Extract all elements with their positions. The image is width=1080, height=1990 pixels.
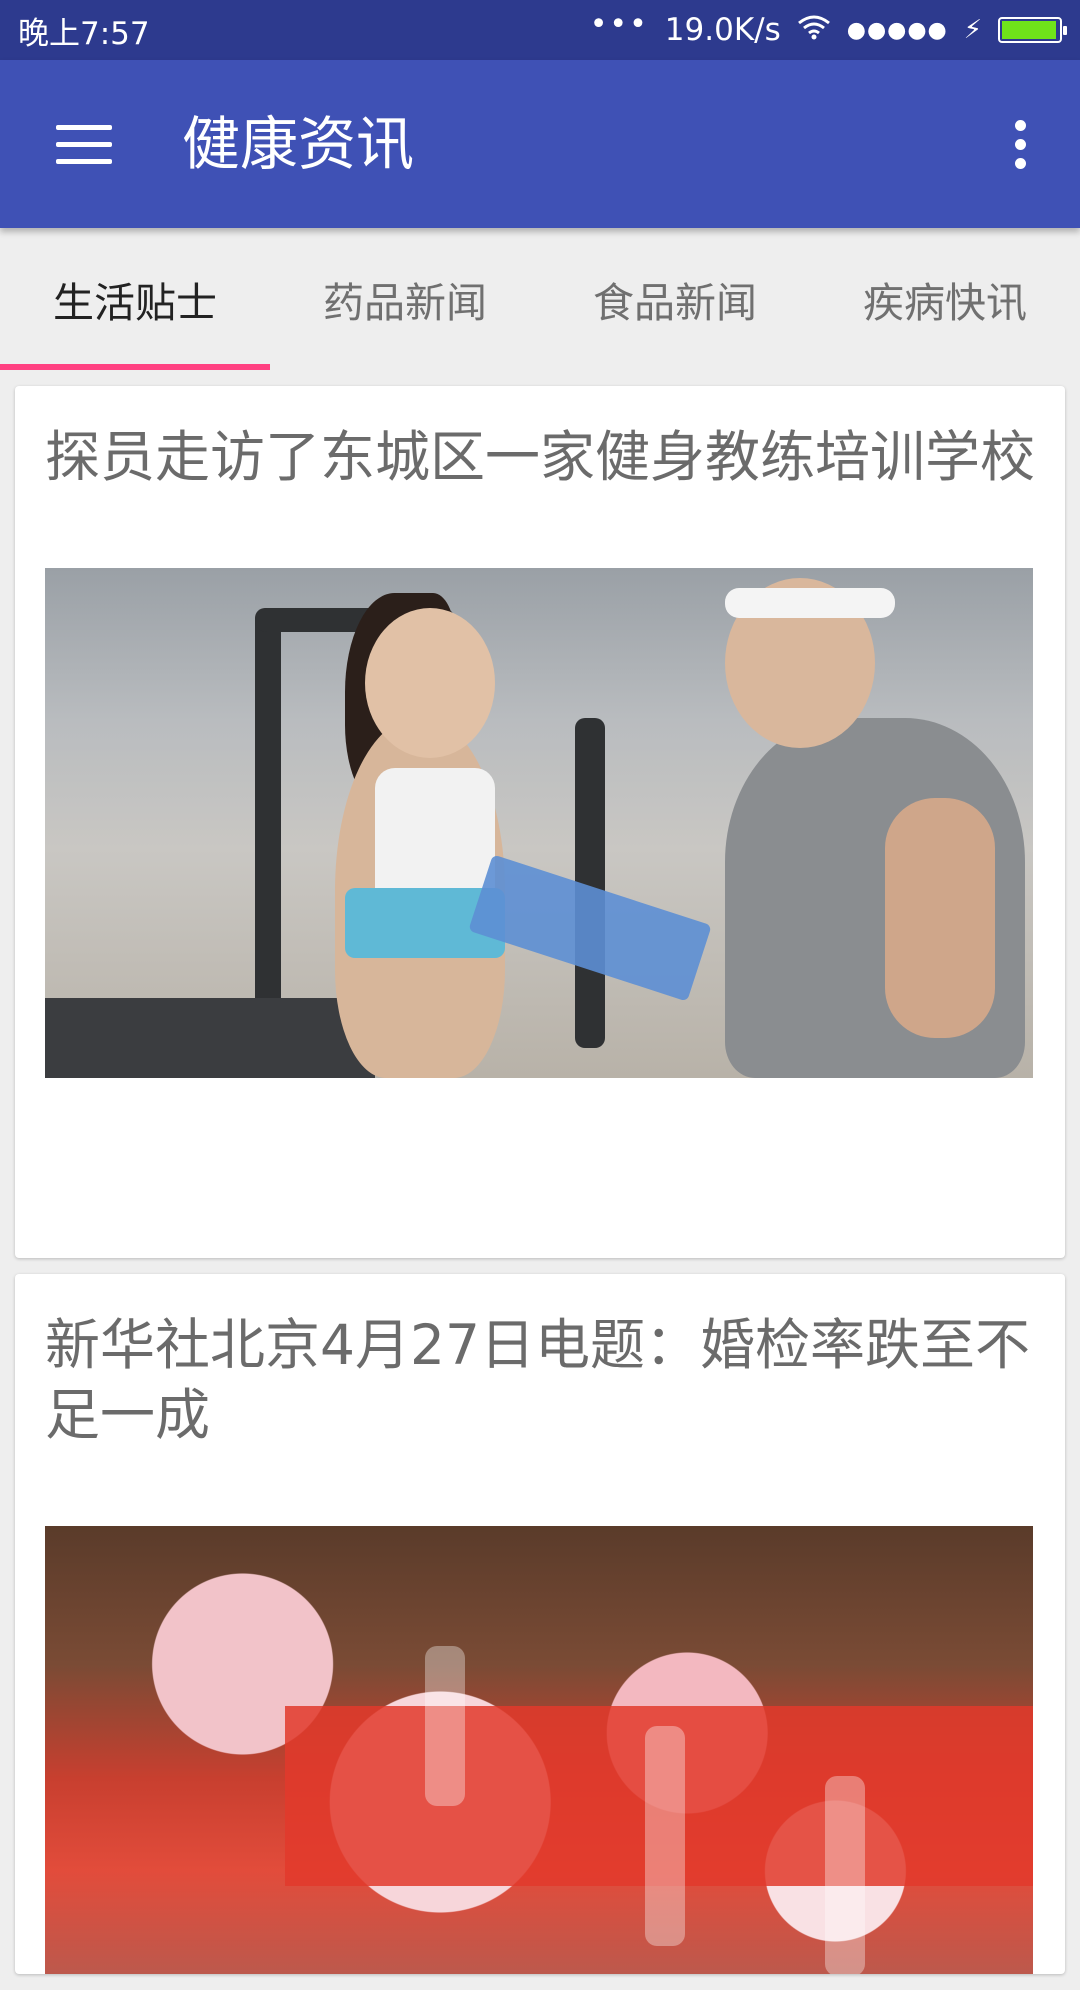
network-speed: 19.0K/s: [664, 12, 781, 48]
tab-disease-news[interactable]: 疾病快讯: [810, 228, 1080, 370]
more-vert-icon[interactable]: [986, 104, 1054, 184]
article-list: 探员走访了东城区一家健身教练培训学校 新华社北京4月27日电题：婚检率跌至不足一…: [15, 386, 1065, 1990]
battery-icon: [998, 17, 1067, 43]
article-image: [45, 568, 1033, 1078]
tab-drug-news[interactable]: 药品新闻: [270, 228, 540, 370]
app-title: 健康资讯: [182, 110, 415, 178]
status-time: 晚上7:57: [18, 15, 150, 52]
battery-level: [1002, 21, 1056, 39]
tab-label: 疾病快讯: [863, 279, 1027, 327]
tab-indicator: [0, 364, 270, 370]
tab-label: 生活贴士: [53, 279, 217, 327]
article-card[interactable]: 新华社北京4月27日电题：婚检率跌至不足一成: [15, 1274, 1065, 1974]
tab-life-tips[interactable]: 生活贴士: [0, 228, 270, 370]
charging-bolt-icon: ⚡: [963, 15, 982, 45]
status-bar: 晚上7:57 ••• 19.0K/s ●●●●● ⚡: [0, 0, 1080, 60]
category-tabs: 生活贴士 药品新闻 食品新闻 疾病快讯: [0, 228, 1080, 370]
article-image: [45, 1526, 1033, 1974]
status-right: ••• 19.0K/s ●●●●● ⚡: [590, 7, 1067, 48]
tab-food-news[interactable]: 食品新闻: [540, 228, 810, 370]
more-dots-icon: •••: [589, 6, 649, 42]
article-title: 新华社北京4月27日电题：婚检率跌至不足一成: [45, 1313, 1030, 1447]
signal-dots-icon: ●●●●●: [846, 17, 948, 43]
app-toolbar: 健康资讯: [0, 60, 1080, 228]
article-card[interactable]: 探员走访了东城区一家健身教练培训学校: [15, 386, 1065, 1258]
tab-label: 药品新闻: [323, 279, 487, 327]
tab-label: 食品新闻: [593, 279, 757, 327]
wifi-icon: [797, 12, 831, 48]
hamburger-menu-icon[interactable]: [36, 104, 132, 184]
article-title: 探员走访了东城区一家健身教练培训学校: [45, 425, 1036, 489]
